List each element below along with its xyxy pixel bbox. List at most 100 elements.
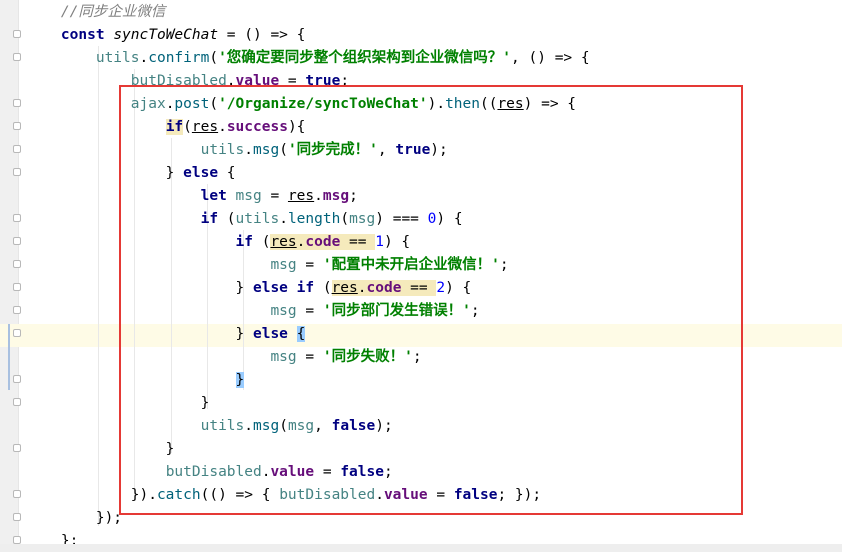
code-token: code <box>305 234 341 250</box>
fold-toggle-icon[interactable] <box>13 145 21 153</box>
code-token: ( <box>209 50 219 66</box>
code-token: msg <box>253 418 280 434</box>
code-line[interactable]: } else if (res.code == 2) { <box>26 277 471 300</box>
code-token: }); <box>26 510 123 526</box>
fold-toggle-icon[interactable] <box>13 513 21 521</box>
code-token: , <box>314 418 332 434</box>
code-token: . <box>357 280 367 296</box>
fold-toggle-icon[interactable] <box>13 168 21 176</box>
code-token: if <box>165 119 184 135</box>
fold-toggle-icon[interactable] <box>13 122 21 130</box>
code-line[interactable]: msg = '配置中未开启企业微信！'; <box>26 254 509 277</box>
fold-toggle-icon[interactable] <box>13 398 21 406</box>
code-token: == <box>340 234 376 250</box>
code-token: . <box>244 142 253 158</box>
code-token: , <box>377 142 396 158</box>
code-token: ( <box>279 142 288 158</box>
code-line[interactable]: } <box>26 392 210 415</box>
code-line[interactable]: }); <box>26 507 122 530</box>
code-line[interactable]: if(res.success){ <box>26 116 305 139</box>
fold-toggle-icon[interactable] <box>13 329 21 337</box>
vcs-change-marker[interactable] <box>8 324 10 390</box>
code-token: = <box>314 464 341 480</box>
code-token: else <box>252 326 288 342</box>
fold-toggle-icon[interactable] <box>13 99 21 107</box>
code-token: if <box>235 234 253 250</box>
code-token: ajax <box>130 96 166 112</box>
code-token: '同步完成！' <box>287 142 378 158</box>
fold-toggle-icon[interactable] <box>13 490 21 498</box>
code-token: utils <box>200 418 245 434</box>
code-token: . <box>139 50 149 66</box>
editor-gutter[interactable] <box>0 0 18 552</box>
code-token: ) { <box>436 211 463 227</box>
editor-bottom-edge <box>0 544 842 552</box>
code-token: . <box>375 487 384 503</box>
code-token: then <box>445 96 480 112</box>
code-token: '/Organize/syncToWeChat' <box>218 96 428 112</box>
code-line[interactable]: butDisabled.value = true; <box>26 70 349 93</box>
fold-toggle-icon[interactable] <box>13 214 21 222</box>
code-token: ) => { <box>523 96 577 112</box>
code-line[interactable]: msg = '同步失败！'; <box>26 346 422 369</box>
code-token: 1 <box>375 234 384 250</box>
code-token: value <box>383 487 428 503</box>
code-line[interactable]: const syncToWeChat = () => { <box>26 24 305 47</box>
code-token: = <box>296 349 323 365</box>
code-token: butDisabled <box>130 73 227 89</box>
fold-toggle-icon[interactable] <box>13 237 21 245</box>
code-token: res <box>287 188 315 204</box>
code-token: } <box>26 280 253 296</box>
code-line[interactable]: } <box>26 438 175 461</box>
code-token: } <box>26 441 175 457</box>
code-line[interactable]: } else { <box>26 323 306 346</box>
code-token: code <box>366 280 402 296</box>
code-line[interactable]: msg = '同步部门发生错误！'; <box>26 300 479 323</box>
code-token: ( <box>252 234 271 250</box>
code-line[interactable]: butDisabled.value = false; <box>26 461 393 484</box>
fold-toggle-icon[interactable] <box>13 53 21 61</box>
code-token: msg <box>349 211 376 227</box>
code-line[interactable]: if (utils.length(msg) === 0) { <box>26 208 463 231</box>
code-token: syncToWeChat <box>113 27 219 43</box>
fold-toggle-icon[interactable] <box>13 260 21 268</box>
code-token: ); <box>375 418 393 434</box>
fold-toggle-icon[interactable] <box>13 536 21 544</box>
code-token: ; <box>412 349 422 365</box>
fold-toggle-icon[interactable] <box>13 30 21 38</box>
code-line[interactable]: utils.msg('同步完成！', true); <box>26 139 448 162</box>
code-line[interactable]: if (res.code == 1) { <box>26 231 410 254</box>
code-token: } <box>235 372 245 388</box>
fold-toggle-icon[interactable] <box>13 444 21 452</box>
code-token: = <box>261 188 288 204</box>
code-line[interactable]: let msg = res.msg; <box>26 185 358 208</box>
code-line[interactable]: } else { <box>26 162 236 185</box>
code-token: . <box>314 188 323 204</box>
code-token: true <box>395 142 431 158</box>
code-line[interactable]: }).catch(() => { butDisabled.value = fal… <box>26 484 541 507</box>
code-line[interactable]: } <box>26 369 245 392</box>
code-token: } <box>26 326 253 342</box>
code-token: ; <box>499 257 509 273</box>
code-line[interactable]: utils.confirm('您确定要同步整个组织架构到企业微信吗？', () … <box>26 47 590 70</box>
code-line[interactable]: //同步企业微信 <box>26 1 165 24</box>
code-token: . <box>226 73 236 89</box>
code-token: msg <box>287 418 315 434</box>
fold-toggle-icon[interactable] <box>13 283 21 291</box>
code-token: . <box>244 418 253 434</box>
code-line[interactable]: ajax.post('/Organize/syncToWeChat').then… <box>26 93 576 116</box>
fold-toggle-icon[interactable] <box>13 375 21 383</box>
code-token: length <box>287 211 341 227</box>
code-token: //同步企业微信 <box>26 4 166 20</box>
gutter-divider <box>18 0 19 552</box>
code-line[interactable]: utils.msg(msg, false); <box>26 415 393 438</box>
fold-toggle-icon[interactable] <box>13 306 21 314</box>
code-token: msg <box>322 188 350 204</box>
